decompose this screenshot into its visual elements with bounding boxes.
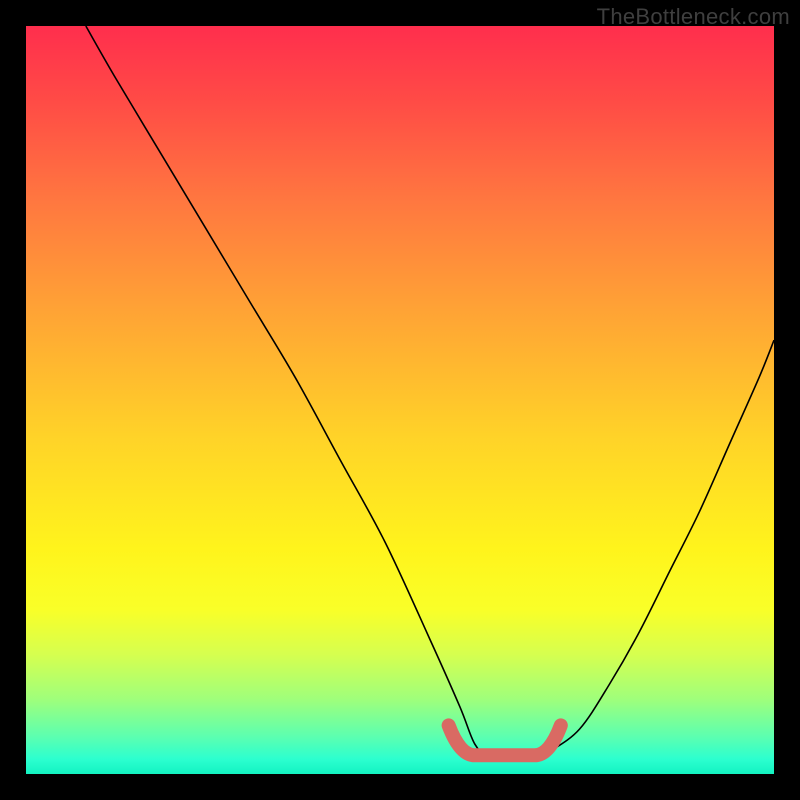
optimal-segment-highlight bbox=[449, 725, 561, 755]
bottleneck-curve bbox=[86, 26, 774, 760]
curve-svg bbox=[26, 26, 774, 774]
chart-container: TheBottleneck.com bbox=[0, 0, 800, 800]
plot-area bbox=[26, 26, 774, 774]
